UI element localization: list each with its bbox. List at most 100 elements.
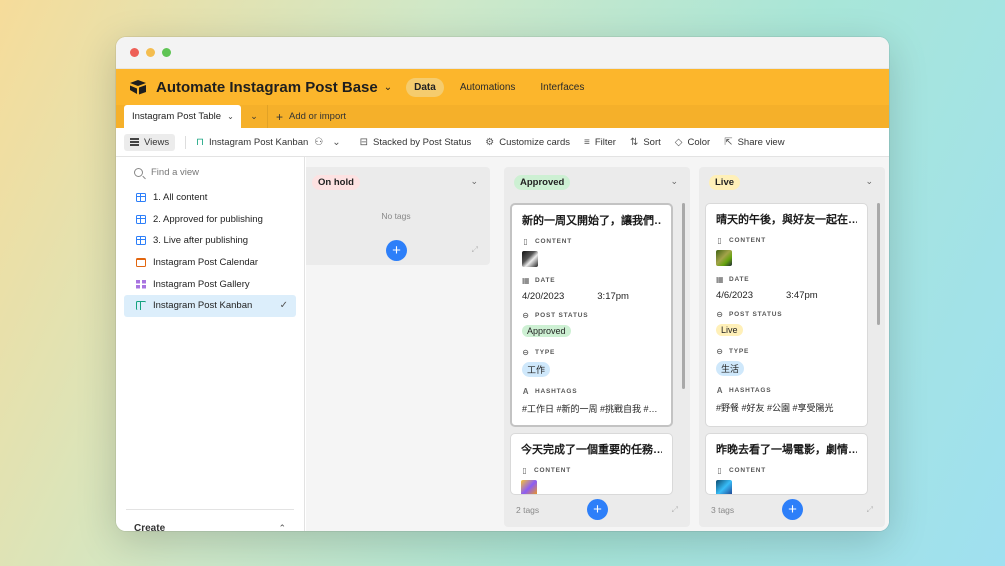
record-card[interactable]: 今天完成了一個重要的任務… ▯ CONTENT <box>510 433 673 495</box>
single-select-icon: ⊖ <box>522 348 530 357</box>
share-view-label: Share view <box>737 136 785 148</box>
column-label-pill[interactable]: Approved <box>514 174 571 190</box>
expand-icon[interactable]: ⤢ <box>472 245 478 255</box>
views-label: Views <box>144 136 170 148</box>
search-icon <box>134 168 143 177</box>
chevron-down-icon[interactable]: ⌄ <box>865 176 873 187</box>
add-record-button[interactable]: + <box>587 499 608 520</box>
view-label: 3. Live after publishing <box>153 235 249 247</box>
column-on-hold: On hold ⌄ No tags + ⤢ <box>306 167 490 265</box>
chevron-down-icon[interactable]: ⌄ <box>384 82 392 93</box>
stacked-by-label: Stacked by Post Status <box>373 136 472 148</box>
column-label-pill[interactable]: Live <box>709 174 741 190</box>
view-item-calendar[interactable]: Instagram Post Calendar <box>124 252 296 274</box>
field-label-content: ▯ CONTENT <box>717 466 767 475</box>
column-scrollbar[interactable] <box>877 203 880 325</box>
add-record-button[interactable]: + <box>386 240 407 261</box>
gallery-icon <box>136 279 146 289</box>
create-section-header[interactable]: Create <box>134 523 165 531</box>
sort-button[interactable]: ⇅ Sort <box>630 137 661 148</box>
kanban-icon: ⊓ <box>196 136 204 148</box>
status-icon: ⊖ <box>522 311 530 320</box>
view-name-button[interactable]: ⊓ Instagram Post Kanban ⚇ ⌄ <box>196 137 345 148</box>
record-card[interactable]: 新的一周又開始了，讓我們… ▯ CONTENT ▦ DATE 4/20/2023 3:… <box>510 203 673 427</box>
chevron-down-icon[interactable]: ⌄ <box>227 112 234 121</box>
views-button[interactable]: Views <box>124 133 176 151</box>
tab-instagram-post-table[interactable]: Instagram Post Table ⌄ <box>124 105 241 128</box>
grid-icon <box>136 214 146 224</box>
field-label-content: ▯ CONTENT <box>717 236 767 245</box>
chevron-down-icon: ⌄ <box>332 136 341 148</box>
chevron-down-icon[interactable]: ⌄ <box>670 176 678 187</box>
record-card[interactable]: 晴天的午後，與好友一起在… ▯ CONTENT ▦ DATE 4/6/2023 3:4… <box>705 203 868 427</box>
view-label: Instagram Post Gallery <box>153 278 250 290</box>
share-view-button[interactable]: ⇱ Share view <box>724 137 784 148</box>
table-tab-bar: Instagram Post Table ⌄ ⌄ + Add or import <box>116 105 889 128</box>
calendar-icon: ▦ <box>522 276 531 285</box>
view-item-gallery[interactable]: Instagram Post Gallery <box>124 273 296 295</box>
plus-icon: + <box>276 109 284 124</box>
card-title: 今天完成了一個重要的任務… <box>521 444 662 456</box>
document-icon: ▯ <box>717 236 723 245</box>
status-icon: ⊖ <box>716 310 724 319</box>
column-footer: 3 tags + ⤢ <box>699 493 885 527</box>
minimize-window-button[interactable] <box>146 48 155 57</box>
view-item-all-content[interactable]: 1. All content <box>124 187 296 209</box>
customize-cards-button[interactable]: ⚙ Customize cards <box>485 137 570 148</box>
column-scrollbar[interactable] <box>682 203 685 389</box>
filter-button[interactable]: ≡ Filter <box>584 137 616 148</box>
nav-automations-tab[interactable]: Automations <box>460 82 516 93</box>
customize-cards-label: Customize cards <box>499 136 570 148</box>
add-or-import-button[interactable]: + Add or import <box>267 105 346 128</box>
content-thumbnail[interactable] <box>716 250 732 266</box>
column-approved: Approved ⌄ 新的一周又開始了，讓我們… ▯ CONTENT ▦ DATE … <box>504 167 690 527</box>
stacked-by-button[interactable]: ⊟ Stacked by Post Status <box>360 137 472 148</box>
field-label-type: ⊖ TYPE <box>522 348 556 357</box>
close-window-button[interactable] <box>130 48 139 57</box>
column-header: On hold ⌄ <box>306 167 490 197</box>
column-footer: 2 tags + ⤢ <box>504 493 690 527</box>
date-value: 4/6/2023 3:47pm <box>716 290 818 301</box>
calendar-icon: ▦ <box>716 275 725 284</box>
chevron-up-icon[interactable]: ⌃ <box>278 523 286 531</box>
divider <box>185 135 187 149</box>
tab-label: Instagram Post Table <box>132 111 222 122</box>
nav-interfaces-tab[interactable]: Interfaces <box>540 82 584 93</box>
card-title: 昨晚去看了一場電影，劇情… <box>716 444 857 456</box>
field-label-type: ⊖ TYPE <box>716 347 750 356</box>
hashtags-value: #野餐 #好友 #公園 #享受陽光 <box>716 403 834 413</box>
zoom-window-button[interactable] <box>162 48 171 57</box>
views-sidebar: Find a view 1. All content 2. Approved f… <box>116 157 305 531</box>
column-label-pill[interactable]: On hold <box>312 174 360 190</box>
view-item-kanban[interactable]: Instagram Post Kanban ✓ <box>124 294 296 317</box>
expand-icon[interactable]: ⤢ <box>867 505 873 515</box>
chevron-down-icon[interactable]: ⌄ <box>470 176 478 187</box>
add-or-import-label: Add or import <box>289 111 347 122</box>
color-button[interactable]: ◇ Color <box>675 137 710 148</box>
single-select-icon: ⊖ <box>716 347 724 356</box>
column-header: Approved ⌄ <box>504 167 690 197</box>
title-bar <box>116 37 889 69</box>
field-label-hashtags: A HASHTAGS <box>522 387 578 396</box>
airtable-logo-icon <box>129 79 147 95</box>
field-label-content: ▯ CONTENT <box>522 466 572 475</box>
view-item-live[interactable]: 3. Live after publishing <box>124 230 296 252</box>
find-view-placeholder: Find a view <box>151 167 200 178</box>
view-toolbar: Views ⊓ Instagram Post Kanban ⚇ ⌄ ⊟ Stac… <box>116 128 889 157</box>
content-thumbnail[interactable] <box>522 251 538 267</box>
sort-label: Sort <box>643 136 661 148</box>
column-header: Live ⌄ <box>699 167 885 197</box>
grid-icon <box>136 193 146 203</box>
expand-icon[interactable]: ⤢ <box>672 505 678 515</box>
find-view-search[interactable]: Find a view <box>134 167 304 178</box>
view-item-approved[interactable]: 2. Approved for publishing <box>124 209 296 231</box>
sort-icon: ⇅ <box>629 136 639 148</box>
more-tables-button[interactable]: ⌄ <box>241 105 267 128</box>
date-value: 4/20/2023 3:17pm <box>522 291 629 302</box>
nav-data-tab[interactable]: Data <box>406 77 444 97</box>
base-title[interactable]: Automate Instagram Post Base <box>156 79 378 96</box>
field-label-post-status: ⊖ POST STATUS <box>522 311 589 320</box>
record-card[interactable]: 昨晚去看了一場電影，劇情… ▯ CONTENT <box>705 433 868 495</box>
field-label-date: ▦ DATE <box>522 276 556 285</box>
add-record-button[interactable]: + <box>782 499 803 520</box>
